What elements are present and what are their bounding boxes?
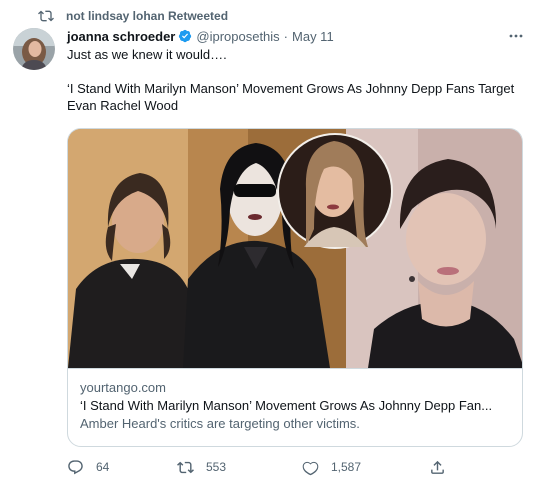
author-handle[interactable]: @iproposethis [196, 29, 279, 44]
retweet-count: 553 [206, 460, 227, 474]
card-image[interactable] [68, 129, 522, 368]
tweet-text: Just as we knew it would…. ‘I Stand With… [67, 46, 517, 114]
tweet-date[interactable]: May 11 [292, 29, 334, 44]
card-description: Amber Heard's critics are targeting othe… [80, 416, 360, 431]
retweet-banner-text: not lindsay lohan Retweeted [66, 9, 229, 23]
share-icon [431, 460, 444, 474]
more-dots-icon [509, 34, 523, 38]
card-domain: yourtango.com [80, 380, 166, 395]
tweet-text-line-1: Just as we knew it would…. [67, 47, 227, 62]
retweet-button[interactable]: 553 [177, 457, 226, 477]
tweet-text-line-2: ‘I Stand With Marilyn Manson’ Movement G… [67, 81, 515, 113]
header-separator: · [283, 28, 289, 44]
more-options-button[interactable] [506, 26, 526, 46]
tweet-header: joanna schroeder @iproposethis · May 11 [67, 27, 334, 45]
author-name[interactable]: joanna schroeder [67, 29, 175, 44]
reply-button[interactable]: 64 [67, 457, 109, 477]
share-button[interactable] [429, 457, 458, 477]
retweet-icon [177, 461, 194, 473]
tweet-actions: 64 553 1,587 [67, 457, 467, 477]
avatar[interactable] [13, 28, 55, 70]
like-count: 1,587 [331, 460, 362, 474]
heart-icon [302, 461, 319, 475]
like-button[interactable]: 1,587 [302, 457, 361, 477]
link-preview-card[interactable]: yourtango.com ‘I Stand With Marilyn Mans… [67, 128, 523, 447]
reply-icon [68, 459, 83, 474]
card-title: ‘I Stand With Marilyn Manson’ Movement G… [80, 398, 493, 413]
reply-count: 64 [96, 460, 110, 474]
retweet-icon [38, 10, 54, 22]
card-body[interactable]: yourtango.com ‘I Stand With Marilyn Mans… [68, 368, 522, 446]
verified-badge-icon [179, 29, 192, 43]
retweet-banner[interactable]: not lindsay lohan Retweeted [38, 8, 228, 24]
